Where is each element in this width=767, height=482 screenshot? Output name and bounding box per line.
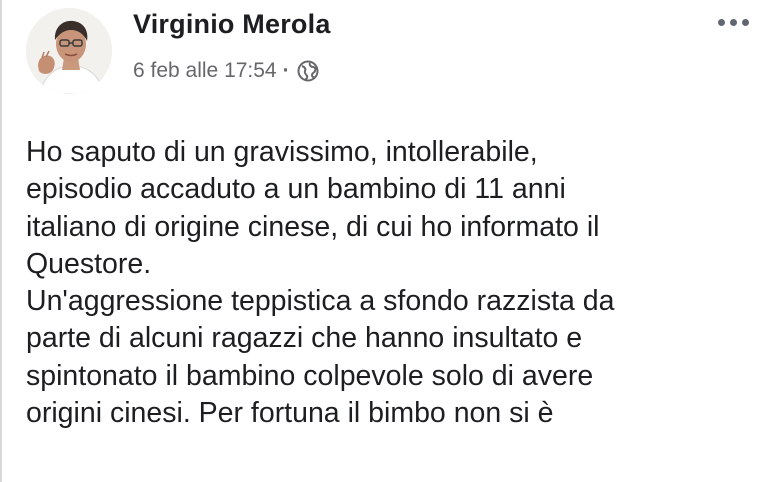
profile-photo [26, 8, 112, 94]
post-text-line: spintonato il bambino colpevole solo di … [26, 359, 594, 392]
post-text-line: origini cinesi. Per fortuna il bimbo non… [26, 397, 554, 430]
meta-separator: · [282, 59, 290, 82]
facebook-post: Virginio Merola 6 feb alle 17:54 · Ho sa… [0, 0, 767, 482]
post-meta: 6 feb alle 17:54 · [133, 59, 319, 83]
post-text-line: episodio accaduto a un bambino di 11 ann… [26, 173, 566, 206]
more-options-icon [741, 18, 749, 26]
post-timestamp[interactable]: 6 feb alle 17:54 [133, 59, 277, 83]
author-name[interactable]: Virginio Merola [133, 9, 331, 40]
avatar[interactable] [26, 8, 112, 94]
more-options-icon [729, 18, 737, 26]
post-text-line: Un'aggressione teppistica a sfondo razzi… [26, 285, 615, 318]
more-options-icon [717, 18, 725, 26]
post-text-line: parte di alcuni ragazzi che hanno insult… [26, 322, 583, 355]
post-text-line: italiano di origine cinese, di cui ho in… [26, 210, 600, 243]
post-text-line: Ho saputo di un gravissimo, intollerabil… [26, 136, 538, 168]
globe-icon [297, 60, 319, 82]
post-text-line: Questore. [26, 247, 152, 280]
post-text: Ho saputo di un gravissimo, intollerabil… [26, 134, 761, 432]
post-options-button[interactable] [712, 8, 754, 36]
